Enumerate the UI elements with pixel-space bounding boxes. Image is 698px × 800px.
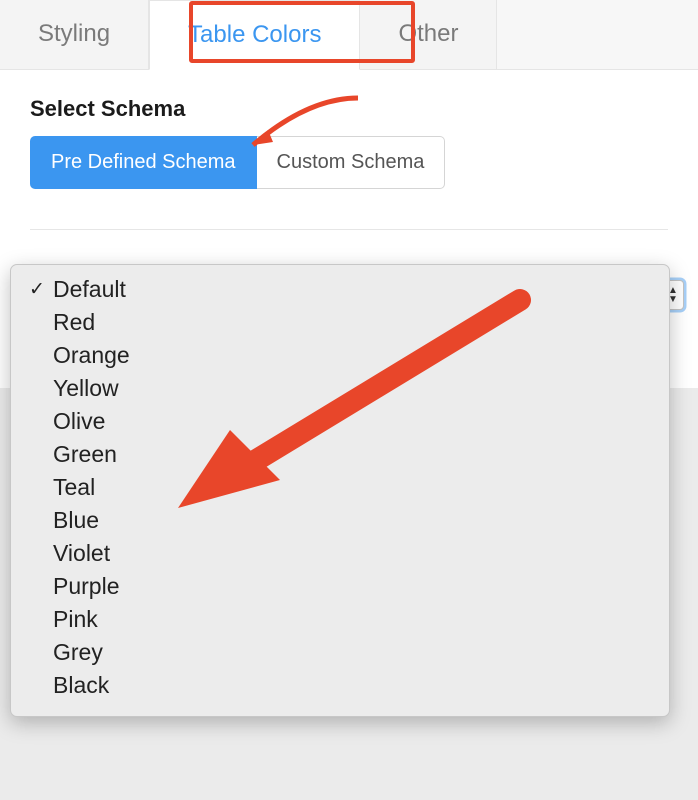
tab-table-colors[interactable]: Table Colors	[149, 0, 360, 70]
predefined-schema-button[interactable]: Pre Defined Schema	[30, 136, 257, 189]
dropdown-item-yellow[interactable]: Yellow	[11, 372, 669, 405]
dropdown-label: Teal	[53, 474, 95, 501]
dropdown-label: Pink	[53, 606, 98, 633]
divider	[30, 229, 668, 230]
checkmark-icon: ✓	[29, 278, 51, 301]
dropdown-item-grey[interactable]: Grey	[11, 636, 669, 669]
dropdown-label: Olive	[53, 408, 105, 435]
dropdown-item-violet[interactable]: Violet	[11, 537, 669, 570]
dropdown-item-black[interactable]: Black	[11, 669, 669, 702]
custom-schema-button[interactable]: Custom Schema	[257, 136, 446, 189]
schema-button-group: Pre Defined Schema Custom Schema	[30, 136, 668, 189]
dropdown-label: Default	[53, 276, 126, 303]
section-title: Select Schema	[30, 96, 668, 122]
dropdown-item-purple[interactable]: Purple	[11, 570, 669, 603]
tab-content: Select Schema Pre Defined Schema Custom …	[0, 70, 698, 199]
dropdown-item-orange[interactable]: Orange	[11, 339, 669, 372]
dropdown-item-pink[interactable]: Pink	[11, 603, 669, 636]
dropdown-label: Purple	[53, 573, 119, 600]
tab-bar: Styling Table Colors Other	[0, 0, 698, 70]
dropdown-item-blue[interactable]: Blue	[11, 504, 669, 537]
dropdown-label: Violet	[53, 540, 110, 567]
dropdown-label: Black	[53, 672, 109, 699]
dropdown-label: Grey	[53, 639, 103, 666]
tab-styling[interactable]: Styling	[0, 0, 149, 69]
dropdown-label: Yellow	[53, 375, 119, 402]
dropdown-item-green[interactable]: Green	[11, 438, 669, 471]
tab-other[interactable]: Other	[360, 0, 497, 69]
dropdown-label: Orange	[53, 342, 130, 369]
dropdown-item-red[interactable]: Red	[11, 306, 669, 339]
dropdown-item-olive[interactable]: Olive	[11, 405, 669, 438]
dropdown-label: Red	[53, 309, 95, 336]
dropdown-label: Green	[53, 441, 117, 468]
color-schema-dropdown: ✓ Default Red Orange Yellow Olive Green …	[10, 264, 670, 717]
dropdown-label: Blue	[53, 507, 99, 534]
dropdown-item-default[interactable]: ✓ Default	[11, 273, 669, 306]
dropdown-item-teal[interactable]: Teal	[11, 471, 669, 504]
